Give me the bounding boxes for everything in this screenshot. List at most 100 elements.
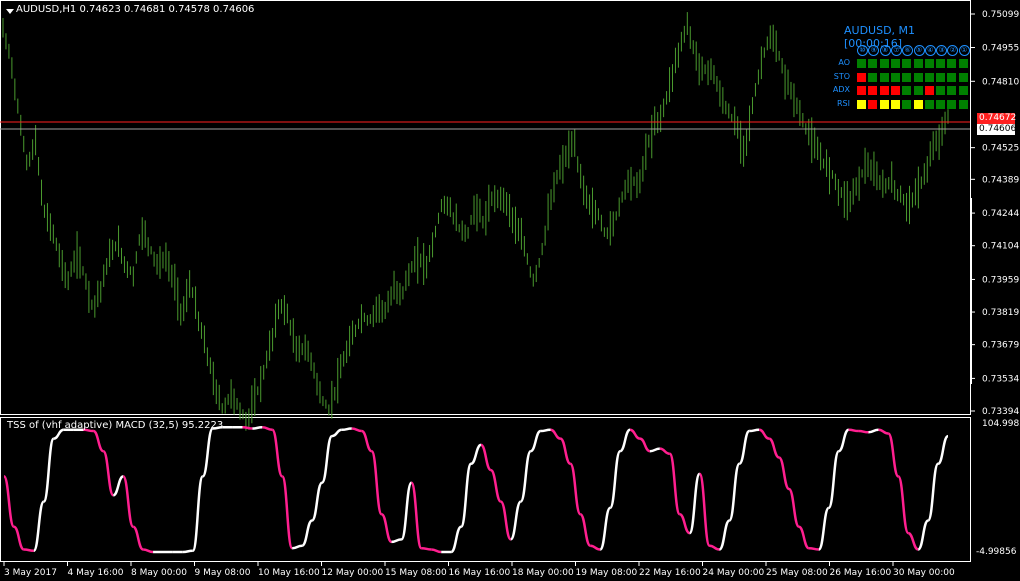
signal-cell	[947, 99, 957, 109]
tss-segment	[499, 500, 513, 541]
chart-window[interactable]: 0.75099 0.74955 0.74810 0.74525 0.74389 0.742…	[0, 0, 1020, 581]
price-tick-label: 0.74244	[982, 209, 1019, 219]
tss-segment	[798, 525, 810, 550]
price-tick-label: 0.75099	[982, 10, 1019, 20]
signal-cell	[936, 72, 946, 82]
tss-segment	[143, 548, 154, 554]
tss-segment	[768, 437, 780, 459]
signal-cell	[879, 72, 889, 82]
time-tick-label: 3 May 2017	[4, 568, 57, 578]
tss-segment	[201, 427, 214, 478]
price-tick-label: 0.73959	[982, 275, 1019, 285]
price-tick-label: 0.74810	[982, 77, 1019, 87]
tss-segment	[718, 519, 731, 551]
chart-frame	[0, 0, 971, 562]
tss-segment	[301, 519, 313, 547]
tss-segment	[320, 434, 334, 484]
tss-segment	[887, 432, 900, 478]
signal-cell	[857, 59, 866, 68]
tss-segment	[391, 538, 402, 544]
tss-segment	[569, 462, 582, 516]
signal-cell	[947, 86, 957, 95]
signal-cell	[879, 86, 889, 95]
tss-segment	[13, 525, 25, 551]
price-tick-label: 0.74955	[982, 44, 1019, 54]
tss-segment	[590, 544, 601, 551]
tss-segment	[450, 525, 462, 554]
signal-cell	[958, 86, 968, 95]
price-tick-label: 0.73819	[982, 308, 1019, 318]
tss-segment	[579, 512, 592, 547]
tss-segment	[2, 475, 16, 529]
tss-segment	[907, 531, 919, 551]
price-tick-label: 0.73679	[982, 341, 1019, 351]
tss-segment	[668, 452, 681, 516]
tss-segment	[380, 512, 393, 544]
time-tick-label: 9 May 08:00	[195, 568, 251, 578]
tss-segment	[191, 475, 204, 552]
price-tick-label: 0.74104	[982, 242, 1019, 252]
time-tick-label: 15 May 08:00	[385, 568, 447, 578]
tss-segment	[489, 468, 503, 503]
signal-cell	[879, 59, 889, 68]
tss-segment	[262, 426, 273, 432]
timeframe-circle: ⑧	[879, 45, 891, 56]
tss-segment	[182, 549, 193, 554]
tss-segment	[431, 548, 442, 554]
signal-cell	[902, 72, 912, 82]
tss-segment	[122, 475, 135, 529]
tss-segment	[32, 500, 45, 552]
signal-cell	[857, 86, 866, 95]
signal-cell	[924, 86, 934, 95]
signal-cell	[868, 72, 878, 82]
signal-cell	[924, 72, 934, 82]
time-tick-label: 25 May 08:00	[766, 568, 828, 578]
tss-segment	[550, 428, 561, 440]
tss-segment	[132, 525, 144, 551]
time-axis: 3 May 2017 4 May 16:00 8 May 00:00 9 May 08…	[3, 562, 955, 578]
tss-segment	[480, 443, 492, 472]
signal-cell	[890, 59, 900, 68]
signal-cell	[913, 86, 923, 95]
chart-title: AUDUSD,H1 0.74623 0.74681 0.74578 0.7460…	[16, 4, 255, 15]
indicator-title: TSS of (vhf adaptive) MACD (32,5) 95.222…	[7, 420, 224, 431]
symbol-dropdown-icon[interactable]	[6, 9, 14, 14]
signal-cell	[879, 99, 889, 109]
signal-cell	[868, 59, 878, 68]
tss-segment	[459, 462, 473, 529]
tss-segment	[639, 437, 651, 453]
tss-segment	[679, 512, 691, 535]
tss-segment	[878, 428, 889, 435]
tss-segment	[848, 428, 859, 433]
timeframe-circle: ⑨	[868, 45, 880, 56]
tss-segment	[926, 462, 940, 522]
time-tick-label: 18 May 00:00	[512, 568, 574, 578]
tss-segment	[23, 548, 34, 552]
signal-cell	[958, 59, 968, 68]
price-tick-label: 0.74389	[982, 175, 1019, 185]
signal-cell	[902, 59, 912, 68]
time-tick-label: 10 May 16:00	[258, 568, 320, 578]
current-price-tag: 0.74606	[977, 124, 1017, 135]
tss-segment	[331, 428, 343, 438]
tss-segment	[252, 426, 263, 430]
tss-segment	[400, 481, 413, 541]
tss-segment	[897, 475, 910, 535]
tss-segment	[540, 428, 551, 433]
price-candles	[2, 12, 949, 431]
time-tick-label: 8 May 00:00	[131, 568, 187, 578]
dashboard-row-label: AO	[838, 58, 850, 67]
price-tick-label: 0.74525	[982, 144, 1019, 154]
tss-segment	[629, 428, 641, 440]
scroll-marker[interactable]	[970, 198, 972, 384]
tss-segment	[351, 427, 362, 433]
time-tick-label: 30 May 00:00	[893, 568, 955, 578]
timeframe-circle: ⑥	[902, 45, 914, 56]
dashboard-row-label: ADX	[832, 85, 850, 94]
tss-segment	[698, 472, 711, 547]
tss-segment	[53, 428, 64, 440]
tss-segment	[808, 546, 819, 551]
indicator-scale-top: 104.9985	[982, 419, 1020, 429]
timeframe-circle: ⑩	[857, 45, 868, 56]
signal-cell	[936, 99, 946, 109]
